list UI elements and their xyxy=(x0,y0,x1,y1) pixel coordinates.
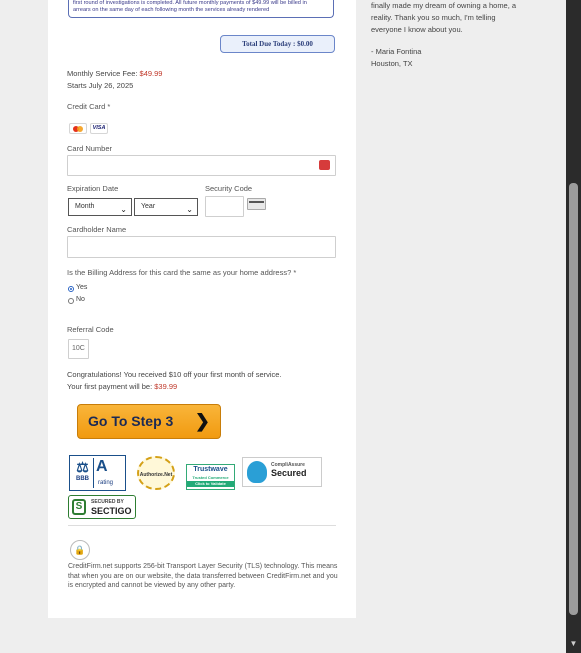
sectigo-s-icon: S xyxy=(72,499,86,515)
credit-card-label: Credit Card * xyxy=(67,102,111,111)
monthly-fee-label: Monthly Service Fee: xyxy=(67,69,140,78)
billing-no-label[interactable]: No xyxy=(76,296,85,303)
cardholder-input[interactable] xyxy=(67,236,336,258)
billing-yes-radio[interactable] xyxy=(68,286,74,292)
security-code-input[interactable] xyxy=(205,196,244,217)
authorize-net-seal[interactable]: Authorize.Net xyxy=(137,456,175,490)
month-select[interactable]: Month ⌄ xyxy=(68,198,132,216)
compliassure-badge[interactable]: CompliAssure Secured xyxy=(242,457,322,487)
chevron-down-icon: ⌄ xyxy=(186,205,193,214)
testimonial-line-1: finally made my dream of owning a home, … xyxy=(371,1,517,10)
cvv-card-icon xyxy=(247,198,266,210)
congrats-message: Congratulations! You received $10 off yo… xyxy=(67,370,282,379)
sectigo-label: SECTIGO xyxy=(91,506,132,516)
referral-label: Referral Code xyxy=(67,325,114,334)
bbb-torch-icon: ⚖ BBB xyxy=(72,458,94,488)
card-number-input[interactable] xyxy=(67,155,336,176)
testimonial: finally made my dream of owning a home, … xyxy=(371,0,531,70)
monthly-fee-value: $49.99 xyxy=(139,69,163,78)
secured-label: Secured xyxy=(271,468,307,478)
first-payment: Your first payment will be: $39.99 xyxy=(67,382,177,391)
chevron-right-icon: ❯ xyxy=(194,411,210,431)
year-select[interactable]: Year ⌄ xyxy=(134,198,198,216)
go-to-step-3-button[interactable]: Go To Step 3 ❯ xyxy=(77,404,221,439)
card-number-label: Card Number xyxy=(67,144,113,153)
sectigo-badge[interactable]: S SECURED BY SECTIGO xyxy=(68,495,136,519)
trustwave-click: Click to Validate xyxy=(187,481,234,487)
bbb-rating-letter: A xyxy=(96,458,108,475)
tls-notice: CreditFirm.net supports 256-bit Transpor… xyxy=(68,563,338,589)
year-select-value: Year xyxy=(141,203,156,210)
trustwave-label: Trustwave xyxy=(193,466,228,473)
first-payment-label: Your first payment will be: xyxy=(67,382,155,391)
billing-notice: first round of investigations is complet… xyxy=(68,0,334,18)
shield-icon xyxy=(247,461,267,483)
start-date: Starts July 26, 2025 xyxy=(67,81,134,90)
bbb-label: BBB xyxy=(76,476,89,482)
billing-yes-label[interactable]: Yes xyxy=(76,284,87,291)
testimonial-author: - Maria Fontina xyxy=(371,47,422,56)
testimonial-line-3: everyone I know about you. xyxy=(371,25,463,34)
cardholder-label: Cardholder Name xyxy=(67,225,127,234)
billing-question: Is the Billing Address for this card the… xyxy=(67,268,297,277)
sectigo-top-label: SECURED BY xyxy=(91,499,124,505)
trustwave-badge[interactable]: Trustwave Trusted Commerce Click to Vali… xyxy=(186,464,235,490)
mastercard-icon[interactable] xyxy=(69,123,87,134)
card-autofill-icon[interactable] xyxy=(319,160,330,170)
visa-icon[interactable]: VISA xyxy=(90,123,108,134)
total-due-box: Total Due Today : $0.00 xyxy=(220,35,335,53)
divider xyxy=(68,525,336,526)
scrollbar-thumb[interactable] xyxy=(569,183,578,615)
bbb-badge[interactable]: ⚖ BBB A rating xyxy=(69,455,126,491)
month-select-value: Month xyxy=(75,203,95,210)
notice-line-1: first round of investigations is complet… xyxy=(73,0,307,6)
first-payment-value: $39.99 xyxy=(154,382,178,391)
scroll-down-icon[interactable]: ▼ xyxy=(569,639,578,648)
bbb-rating-label: rating xyxy=(98,480,114,486)
expiration-label: Expiration Date xyxy=(67,184,119,193)
testimonial-location: Houston, TX xyxy=(371,59,413,68)
referral-input[interactable]: 10C xyxy=(68,339,89,359)
testimonial-line-2: reality. Thank you so much, I'm telling xyxy=(371,13,496,22)
lock-icon: 🔒 xyxy=(70,540,90,560)
billing-no-radio[interactable] xyxy=(68,298,74,304)
chevron-down-icon: ⌄ xyxy=(120,205,127,214)
notice-line-2: arrears on the same day of each followin… xyxy=(73,7,270,13)
monthly-fee: Monthly Service Fee: $49.99 xyxy=(67,69,162,78)
security-code-label: Security Code xyxy=(205,184,253,193)
step-button-label: Go To Step 3 xyxy=(88,413,174,429)
